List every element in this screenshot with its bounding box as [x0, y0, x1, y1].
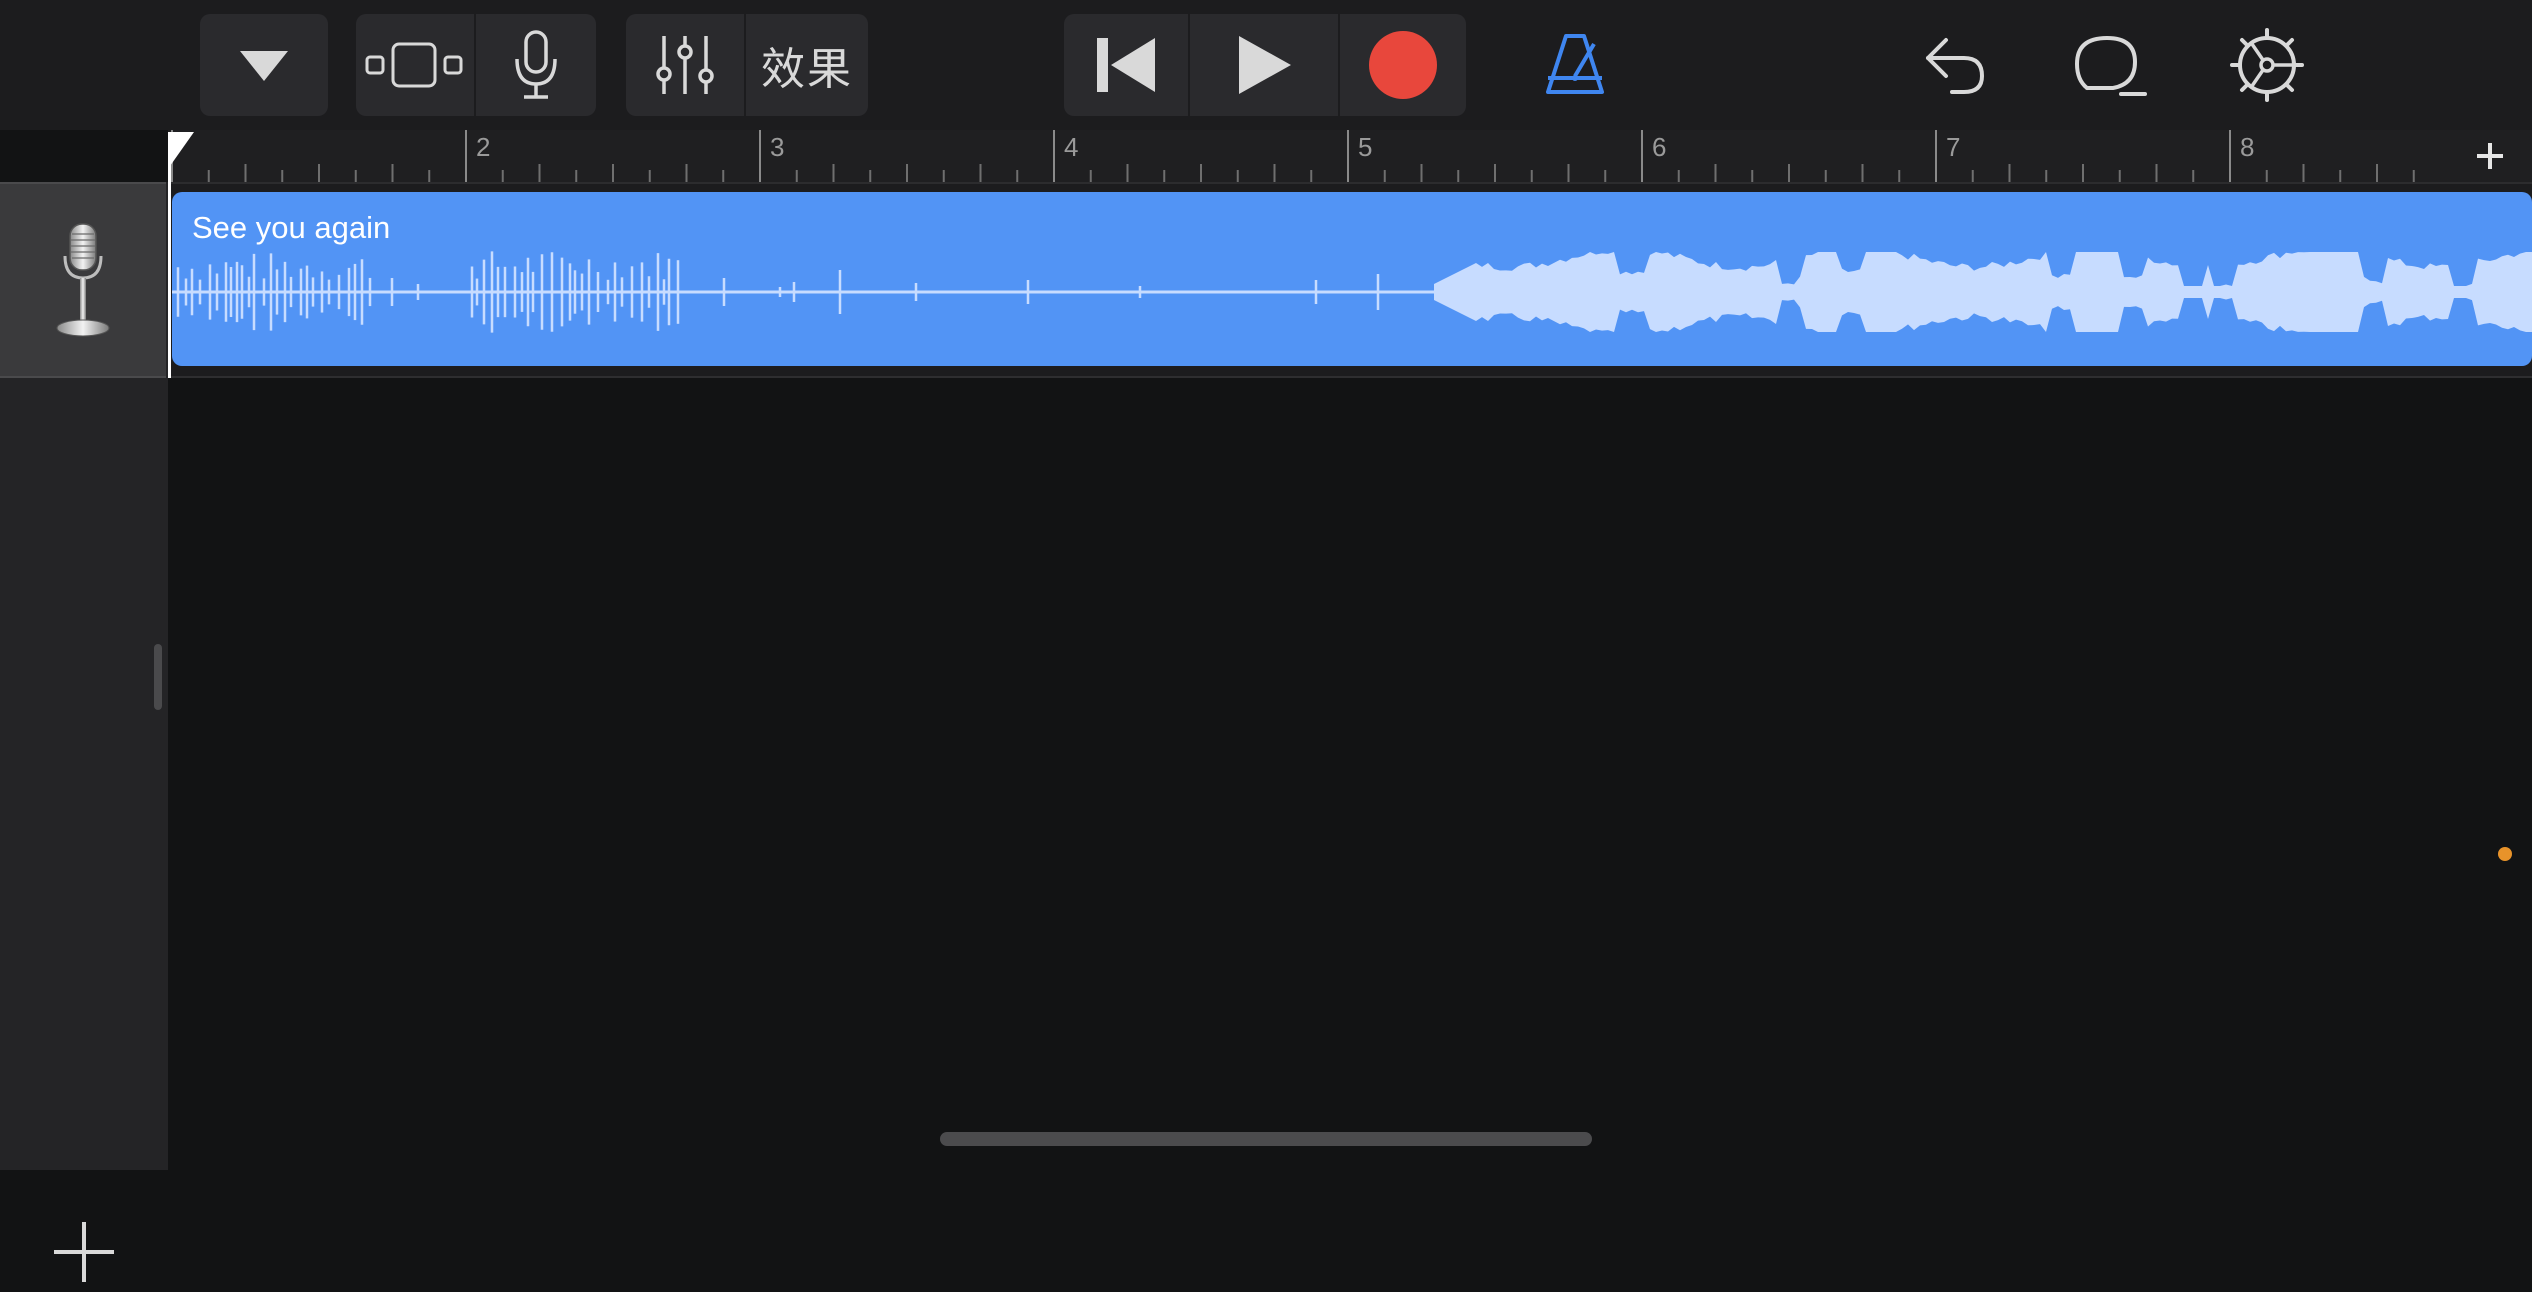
view-instrument-group	[356, 14, 596, 116]
sliders-icon	[656, 36, 714, 94]
mixer-fx-group: 效果	[626, 14, 868, 116]
transport-group	[1064, 14, 1466, 116]
playhead-handle[interactable]	[168, 132, 194, 166]
microphone-icon	[56, 223, 110, 337]
bar-number: 4	[1064, 132, 1079, 162]
metronome-icon	[1546, 34, 1604, 94]
track-controls-button[interactable]	[626, 14, 744, 116]
bar-number: 7	[1946, 132, 1961, 162]
loop-browser-icon	[2074, 35, 2147, 96]
fx-label: 效果	[761, 44, 853, 95]
loop-browser-button[interactable]	[2060, 14, 2162, 116]
region-name: See you again	[192, 210, 391, 245]
tracks-view-icon	[365, 42, 463, 88]
settings-button[interactable]	[2216, 14, 2318, 116]
control-bar: 效果	[0, 0, 2532, 130]
timeline-ruler[interactable]: 2 3 4 5 6 7 8	[168, 130, 2448, 184]
add-track-button[interactable]	[44, 1212, 124, 1292]
bar-number: 6	[1652, 132, 1667, 162]
bar-number: 3	[770, 132, 785, 162]
plus-icon	[2477, 143, 2503, 169]
playhead[interactable]	[168, 132, 171, 378]
tracks-view-button[interactable]	[356, 14, 474, 116]
go-to-beginning-button[interactable]	[1064, 14, 1188, 116]
fx-button[interactable]: 效果	[746, 14, 868, 116]
triangle-down-icon	[200, 14, 328, 116]
record-icon	[1369, 31, 1437, 99]
gear-icon	[2230, 28, 2304, 102]
metronome-button[interactable]	[1524, 14, 1626, 116]
browser-button[interactable]	[200, 14, 328, 116]
undo-icon	[1926, 38, 1985, 94]
undo-button[interactable]	[1904, 14, 2006, 116]
waveform	[172, 251, 2532, 333]
plus-icon	[54, 1222, 114, 1282]
skip-back-icon	[1097, 38, 1155, 92]
microphone-icon	[515, 30, 557, 99]
home-indicator[interactable]	[940, 1132, 1592, 1146]
bar-number: 8	[2240, 132, 2255, 162]
track-header-resize-handle[interactable]	[154, 644, 162, 710]
track-header-audio-recorder[interactable]	[0, 182, 166, 378]
play-button[interactable]	[1190, 14, 1338, 116]
ruler-ticks	[171, 130, 2415, 182]
status-dot	[2498, 847, 2512, 861]
record-button[interactable]	[1340, 14, 1466, 116]
instrument-button[interactable]	[476, 14, 596, 116]
audio-region[interactable]: See you again	[172, 192, 2532, 366]
bar-number: 2	[476, 132, 491, 162]
track-header-column	[0, 182, 168, 1282]
add-section-button[interactable]	[2448, 130, 2532, 184]
bar-number: 5	[1358, 132, 1373, 162]
play-icon	[1239, 36, 1291, 94]
